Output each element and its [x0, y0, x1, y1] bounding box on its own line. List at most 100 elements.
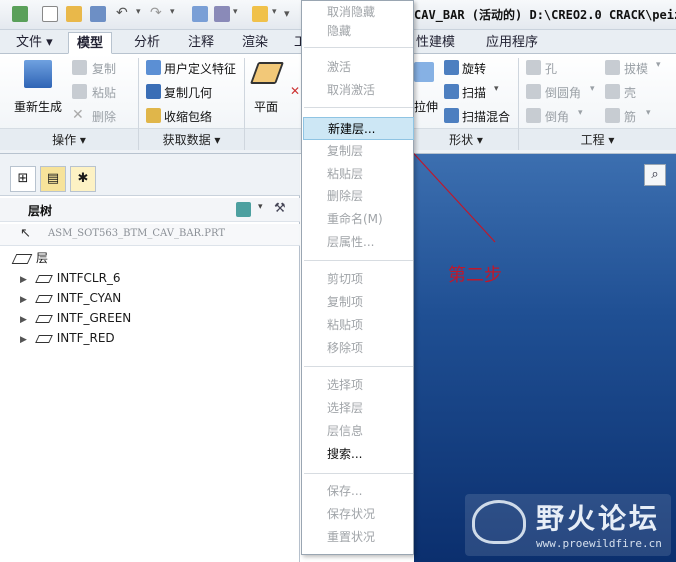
layer-label: INTF_GREEN — [56, 311, 132, 325]
list-item[interactable]: ▶ INTF_RED — [20, 328, 115, 348]
list-item[interactable]: ▶ INTF_CYAN — [20, 288, 121, 308]
draft-button[interactable]: 拔模 — [624, 60, 648, 77]
menu-item-remove-item[interactable]: 移除项 — [303, 337, 414, 360]
menu-item-rename[interactable]: 重命名(M) — [303, 208, 414, 231]
menu-separator — [304, 47, 413, 48]
new-file-icon[interactable] — [42, 6, 58, 22]
revolve-icon — [444, 60, 459, 75]
menu-item-reset-status[interactable]: 重置状况 — [303, 526, 414, 549]
group-get-data[interactable]: 获取数据 ▾ — [139, 128, 244, 150]
user-defined-feature-button[interactable]: 用户定义特征 — [164, 60, 236, 77]
tab-analysis[interactable]: 分析 — [126, 32, 168, 54]
copy-button[interactable]: 复制 — [92, 60, 116, 77]
menu-item-save-status[interactable]: 保存状况 — [303, 503, 414, 526]
layer-label: INTF_CYAN — [56, 291, 122, 305]
tab-model[interactable]: 模型 — [68, 32, 113, 54]
regenerate-icon[interactable] — [24, 60, 52, 88]
menu-item-save[interactable]: 保存... — [303, 480, 414, 503]
layers-icon[interactable] — [236, 202, 251, 217]
model-tree-tab-icon[interactable]: ⊞ — [10, 166, 36, 192]
menu-separator — [304, 473, 413, 474]
group-operations[interactable]: 操作 ▾ — [0, 128, 138, 150]
tab-file[interactable]: 文件 ▾ — [8, 32, 61, 54]
menu-item-paste-item[interactable]: 粘贴项 — [303, 314, 414, 337]
menu-item-deactivate[interactable]: 取消激活 — [303, 79, 414, 102]
menu-item-new-layer[interactable]: 新建层... — [303, 117, 414, 140]
expand-arrow-icon[interactable]: ▶ — [20, 275, 27, 285]
list-item[interactable]: ▶ INTF_GREEN — [20, 308, 131, 328]
menu-item-activate[interactable]: 激活 — [303, 56, 414, 79]
chamfer-dropdown-icon[interactable]: ▾ — [578, 108, 583, 118]
menu-separator — [304, 260, 413, 261]
list-item[interactable]: ▶ INTFCLR_6 — [20, 268, 121, 288]
watermark-logo — [472, 500, 526, 544]
paste-button[interactable]: 粘贴 — [92, 84, 116, 101]
menu-item-copy-item[interactable]: 复制项 — [303, 291, 414, 314]
menu-item-hide[interactable]: 隐藏 — [303, 20, 414, 43]
menu-item-search[interactable]: 搜索... — [303, 443, 414, 466]
layer-root[interactable]: 层 — [11, 248, 48, 268]
menu-item-paste-layer[interactable]: 粘贴层 — [303, 163, 414, 186]
menu-item-layer-info[interactable]: 层信息 — [303, 420, 414, 443]
shrinkwrap-button[interactable]: 收缩包络 — [164, 108, 212, 125]
regenerate-button[interactable]: 重新生成 — [14, 98, 62, 115]
menu-item-select-layers[interactable]: 选择层 — [303, 397, 414, 420]
menu-item-select-items[interactable]: 选择项 — [303, 374, 414, 397]
sweep-button[interactable]: 扫描 — [462, 84, 486, 101]
shell-button[interactable]: 壳 — [624, 84, 636, 101]
window-title: CAV_BAR (活动的) D:\CREO2.0 CRACK\peiz — [414, 8, 676, 22]
save-icon[interactable] — [90, 6, 106, 22]
customize-toolbar-icon[interactable]: ▾ — [284, 7, 290, 20]
cursor-arrow-icon: ↖ — [20, 226, 31, 241]
menu-item-delete-layer[interactable]: 删除层 — [303, 185, 414, 208]
regenerate-small-icon[interactable] — [192, 6, 208, 22]
hole-button[interactable]: 孔 — [545, 60, 557, 77]
draft-dropdown-icon[interactable]: ▾ — [656, 60, 661, 70]
round-button[interactable]: 倒圆角 — [545, 84, 581, 101]
folder-icon[interactable] — [252, 6, 268, 22]
open-folder-icon[interactable] — [66, 6, 82, 22]
delete-button[interactable]: 删除 — [92, 108, 116, 125]
tab-annotate[interactable]: 注释 — [180, 32, 222, 54]
chamfer-button[interactable]: 倒角 — [545, 108, 569, 125]
settings-tools-icon[interactable]: ⚒ — [274, 202, 289, 217]
expand-arrow-icon[interactable]: ▶ — [20, 335, 27, 345]
menu-item-layer-properties[interactable]: 层属性... — [303, 231, 414, 254]
extrude-button[interactable]: 拉伸 — [414, 98, 438, 115]
rib-button[interactable]: 筋 — [624, 108, 636, 125]
active-model-selector[interactable]: ↖ ASM_SOT563_BTM_CAV_BAR.PRT — [0, 224, 300, 246]
folder-dropdown-icon[interactable]: ▾ — [272, 7, 277, 17]
redo-icon[interactable]: ↷ — [150, 6, 166, 22]
tab-render[interactable]: 渲染 — [234, 32, 276, 54]
revolve-button[interactable]: 旋转 — [462, 60, 486, 77]
layers-dropdown-icon[interactable]: ▾ — [258, 202, 263, 212]
round-dropdown-icon[interactable]: ▾ — [590, 84, 595, 94]
extrude-icon[interactable] — [414, 62, 434, 82]
windows-dropdown-icon[interactable]: ▾ — [233, 7, 238, 17]
context-menu: 取消隐藏 隐藏 激活 取消激活 新建层... 复制层 粘贴层 删除层 重命名(M… — [301, 0, 414, 555]
redo-dropdown-icon[interactable]: ▾ — [170, 7, 175, 17]
plane-button[interactable]: 平面 — [254, 98, 278, 115]
rib-dropdown-icon[interactable]: ▾ — [646, 108, 651, 118]
expand-arrow-icon[interactable]: ▶ — [20, 315, 27, 325]
zoom-fit-icon[interactable]: ⌕ — [644, 164, 666, 186]
favorites-tab-icon[interactable]: ✱ — [70, 166, 96, 192]
tab-applications[interactable]: 应用程序 — [478, 32, 546, 54]
menu-item-copy-layer[interactable]: 复制层 — [303, 140, 414, 163]
user-defined-feature-icon — [146, 60, 161, 75]
undo-dropdown-icon[interactable]: ▾ — [136, 7, 141, 17]
menu-separator — [304, 366, 413, 367]
sweep-dropdown-icon[interactable]: ▾ — [494, 84, 499, 94]
app-icon[interactable] — [12, 6, 28, 22]
undo-icon[interactable]: ↶ — [116, 6, 132, 22]
folder-browser-tab-icon[interactable]: ▤ — [40, 166, 66, 192]
chamfer-icon — [526, 108, 541, 123]
group-datum — [245, 128, 301, 150]
tab-flexible-modeling[interactable]: 性建模 — [408, 32, 463, 54]
windows-icon[interactable] — [214, 6, 230, 22]
copy-geometry-button[interactable]: 复制几何 — [164, 84, 212, 101]
group-engineering[interactable]: 工程 ▾ — [519, 128, 676, 150]
menu-separator — [304, 107, 413, 108]
expand-arrow-icon[interactable]: ▶ — [20, 295, 27, 305]
menu-item-cut-item[interactable]: 剪切项 — [303, 268, 414, 291]
